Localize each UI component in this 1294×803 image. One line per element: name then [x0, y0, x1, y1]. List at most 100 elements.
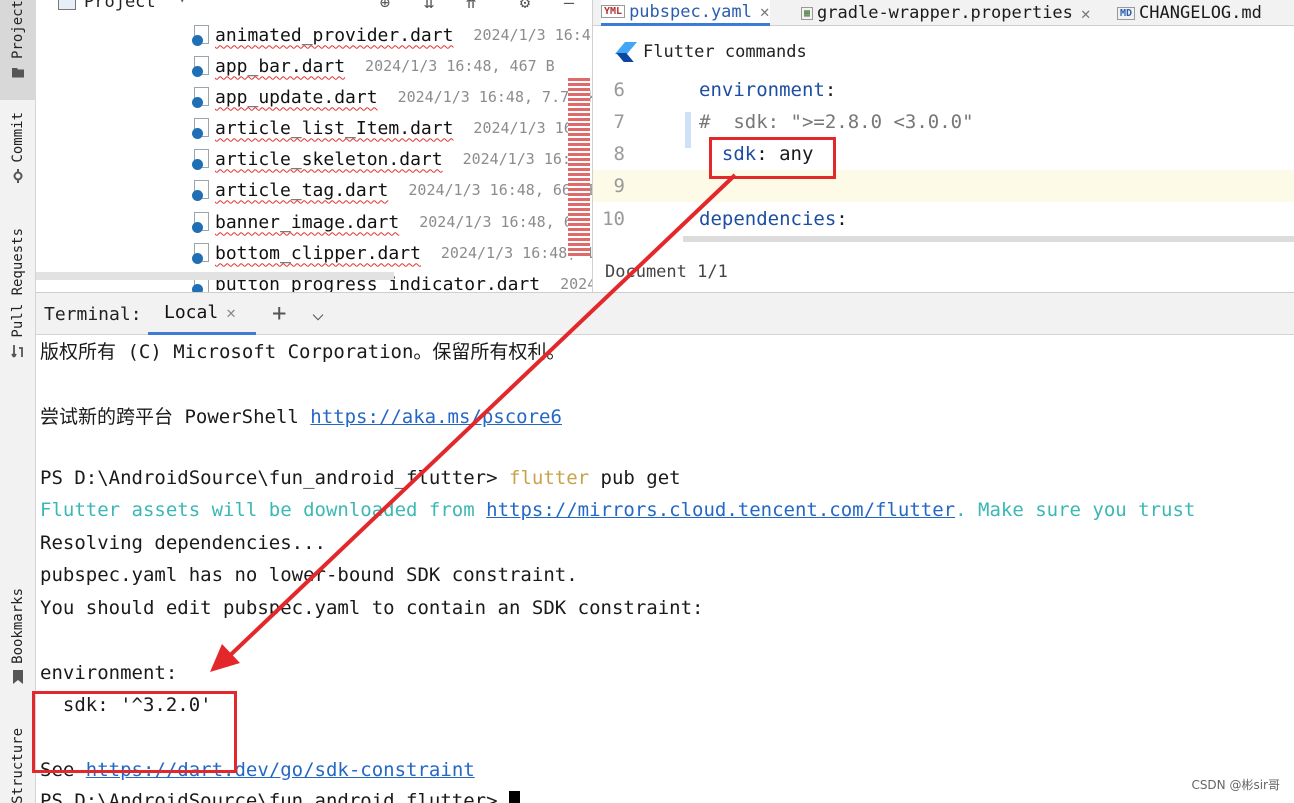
hide-icon[interactable]: —: [558, 0, 580, 12]
terminal-line: Resolving dependencies...: [40, 532, 326, 554]
chevron-down-icon[interactable]: ▼: [178, 0, 186, 6]
pull-request-icon: [11, 344, 23, 358]
terminal-prompt: PS D:\AndroidSource\fun_android_flutter>: [40, 467, 509, 489]
editor-horizontal-scrollbar[interactable]: [683, 236, 1294, 242]
tool-tab-label: Structure: [10, 728, 26, 803]
terminal-text: 尝试新的跨平台 PowerShell: [40, 406, 311, 428]
gear-icon[interactable]: ⚙: [514, 0, 536, 12]
yaml-value: :: [824, 79, 837, 101]
tab-changelog[interactable]: MD CHANGELOG.md: [1117, 0, 1262, 26]
close-icon[interactable]: ✕: [760, 2, 770, 21]
tool-window-strip: Project Commit Pull Requests Bookmarks S…: [0, 0, 36, 803]
dart-file-icon: [192, 179, 212, 201]
locate-icon[interactable]: ⊕: [374, 0, 396, 12]
flutter-logo-icon: [617, 41, 635, 63]
tool-tab-structure[interactable]: Structure: [0, 728, 36, 803]
tool-tab-pull-requests[interactable]: Pull Requests: [0, 228, 36, 372]
file-item[interactable]: animated_provider.dart 2024/1/3 16:48,: [192, 20, 592, 50]
file-name: app_update.dart: [215, 86, 378, 108]
dart-file-icon: [192, 86, 212, 108]
dart-file-icon: [192, 24, 212, 46]
dart-file-icon: [192, 55, 212, 77]
bookmark-icon: [13, 669, 23, 684]
annotation-box-sdk: [709, 137, 836, 179]
collapse-all-icon[interactable]: ⇈: [460, 0, 482, 12]
terminal-panel: Terminal: Local ✕ + ⌵ 版权所有 (C) Microsoft…: [32, 292, 1294, 803]
file-meta: 2024/1/3 16:48,: [473, 26, 592, 44]
new-terminal-icon[interactable]: +: [272, 299, 286, 327]
terminal-header: Terminal: Local ✕ + ⌵: [36, 293, 1294, 335]
file-name: animated_provider.dart: [215, 24, 454, 46]
tool-tab-label: Pull Requests: [10, 228, 26, 338]
flutter-commands-label[interactable]: Flutter commands: [643, 42, 807, 62]
terminal-text: Flutter assets will be downloaded from: [40, 499, 487, 521]
file-meta: 2024/1/3 16:48, 673: [419, 213, 591, 231]
file-item[interactable]: app_bar.dart 2024/1/3 16:48, 467 B: [192, 51, 555, 81]
tab-gradle-wrapper[interactable]: ▦ gradle-wrapper.properties ✕: [801, 0, 1091, 26]
line-number: 8: [613, 143, 625, 165]
code-line-current: 9: [593, 170, 1294, 202]
tool-tab-label: Commit: [10, 112, 26, 163]
code-line: 10 dependencies:: [593, 203, 1294, 235]
expand-all-icon[interactable]: ⇊: [418, 0, 440, 12]
terminal-text: . Make sure you trust: [955, 499, 1196, 521]
terminal-command-args: pub get: [589, 467, 681, 489]
mirror-link[interactable]: https://mirrors.cloud.tencent.com/flutte…: [486, 499, 955, 521]
code-line: 6 environment:: [593, 74, 1294, 106]
tab-label: CHANGELOG.md: [1139, 3, 1262, 23]
code-line: 8 sdk: any: [593, 138, 1294, 170]
file-meta: 2024/1/3 16:48, 668 B: [408, 181, 592, 199]
code-line: 7 # sdk: ">=2.8.0 <3.0.0": [593, 106, 1294, 138]
yaml-key: environment: [699, 79, 825, 101]
file-meta: 2024/1: [560, 275, 592, 292]
yaml-key: dependencies: [699, 208, 837, 230]
close-icon[interactable]: ✕: [1081, 4, 1091, 23]
line-number: 7: [613, 111, 625, 133]
tool-tab-commit[interactable]: Commit: [0, 112, 36, 194]
terminal-tab-label: Local: [164, 302, 219, 323]
terminal-output[interactable]: 版权所有 (C) Microsoft Corporation。保留所有权利。 尝…: [32, 335, 1294, 803]
file-item[interactable]: article_skeleton.dart 2024/1/3 16:48,: [192, 144, 592, 174]
terminal-line: You should edit pubspec.yaml to contain …: [40, 597, 704, 619]
terminal-line: Flutter assets will be downloaded from h…: [40, 499, 1195, 529]
terminal-line: environment:: [40, 662, 178, 684]
file-item[interactable]: banner_image.dart 2024/1/3 16:48, 673: [192, 207, 591, 237]
file-name: app_bar.dart: [215, 55, 346, 77]
terminal-prompt: PS D:\AndroidSource\fun_android_flutter>: [40, 790, 509, 803]
terminal-command: flutter: [509, 467, 590, 489]
chevron-down-icon[interactable]: ⌵: [312, 301, 324, 325]
dart-file-icon: [192, 211, 212, 233]
terminal-line: PS D:\AndroidSource\fun_android_flutter>: [40, 790, 520, 803]
pscore-link[interactable]: https://aka.ms/pscore6: [310, 406, 562, 428]
close-icon[interactable]: ✕: [226, 303, 236, 322]
file-item[interactable]: bottom_clipper.dart 2024/1/3 16:48, 1.: [192, 238, 592, 268]
terminal-cursor: [509, 791, 520, 803]
file-name: article_tag.dart: [215, 179, 389, 201]
file-name: bottom_clipper.dart: [215, 242, 421, 264]
document-status: Document 1/1: [605, 262, 728, 282]
line-number: 9: [613, 175, 625, 197]
tab-pubspec[interactable]: YML pubspec.yaml ✕: [601, 0, 770, 26]
terminal-tab-local[interactable]: Local ✕: [148, 293, 256, 335]
project-panel: Project ▼ ⊕ ⇊ ⇈ ⚙ — animated_provider.da…: [36, 0, 592, 292]
annotation-box-environment: [32, 691, 237, 773]
project-header: Project ▼ ⊕ ⇊ ⇈ ⚙ —: [36, 0, 592, 18]
terminal-title: Terminal:: [44, 304, 142, 325]
commit-icon: [13, 168, 23, 183]
file-meta: 2024/1/3 16:48, 7.76 k: [397, 88, 592, 106]
change-gutter-marker: [685, 112, 691, 148]
tool-tab-label: Bookmarks: [10, 588, 26, 664]
dart-file-icon: [192, 148, 212, 170]
project-view-icon: [58, 0, 76, 10]
code-area[interactable]: 6 environment: 7 # sdk: ">=2.8.0 <3.0.0" 8…: [593, 72, 1294, 238]
tool-tab-project[interactable]: Project: [0, 0, 36, 100]
file-name: article_skeleton.dart: [215, 148, 443, 170]
terminal-line: 尝试新的跨平台 PowerShell https://aka.ms/pscore…: [40, 402, 562, 432]
yaml-file-icon: YML: [601, 5, 626, 18]
tool-tab-bookmarks[interactable]: Bookmarks: [0, 588, 36, 698]
project-title[interactable]: Project: [84, 0, 156, 12]
file-item[interactable]: article_list_Item.dart 2024/1/3 16:48,: [192, 113, 592, 143]
file-item[interactable]: article_tag.dart 2024/1/3 16:48, 668 B: [192, 175, 592, 205]
horizontal-scrollbar[interactable]: [36, 272, 394, 280]
file-item[interactable]: app_update.dart 2024/1/3 16:48, 7.76 k: [192, 82, 592, 112]
